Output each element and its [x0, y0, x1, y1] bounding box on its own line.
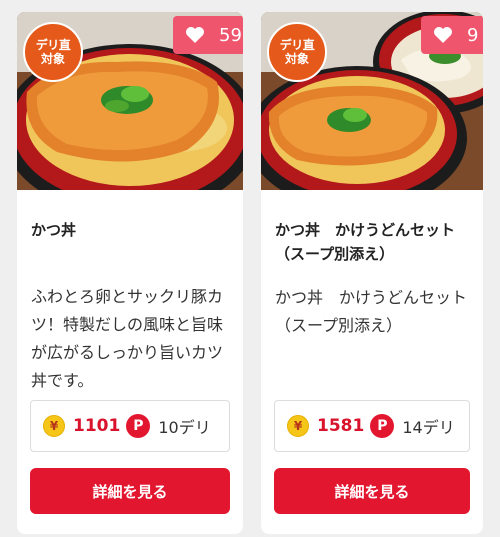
like-count: 59 — [219, 24, 242, 46]
product-card[interactable]: デリ直 対象 59 かつ丼 ふわとろ卵とサックリ豚カツ！特製だしの風味と旨味が広… — [17, 12, 243, 534]
yen-coin-icon: ¥ — [287, 415, 309, 437]
like-count: 9 — [467, 24, 479, 46]
delivery-target-badge: デリ直 対象 — [23, 22, 83, 82]
product-description: かつ丼 かけうどんセット（スープ別添え） — [275, 288, 468, 335]
product-title[interactable]: かつ丼 かけうどんセット（スープ別添え） — [275, 218, 473, 266]
like-button[interactable]: 59 — [173, 16, 243, 54]
badge-line-2: 対象 — [284, 52, 309, 66]
price-value: 1101 — [73, 416, 121, 436]
view-details-button[interactable]: 詳細を見る — [30, 468, 230, 514]
like-button[interactable]: 9 — [421, 16, 483, 54]
view-details-button[interactable]: 詳細を見る — [274, 468, 470, 514]
price-box: ¥ 1581 P 14デリ — [274, 400, 470, 452]
point-value: 14デリ — [402, 418, 455, 437]
point-icon: P — [126, 414, 151, 438]
badge-line-1: デリ直 — [35, 38, 71, 52]
price-value: 1581 — [317, 416, 365, 436]
delivery-target-badge: デリ直 対象 — [267, 22, 327, 82]
price-box: ¥ 1101 P 10デリ — [30, 400, 230, 452]
product-card[interactable]: デリ直 対象 9 かつ丼 かけうどんセット（スープ別添え） かつ丼 かけうどんセ… — [261, 12, 483, 534]
badge-line-2: 対象 — [40, 52, 65, 66]
product-grid: デリ直 対象 59 かつ丼 ふわとろ卵とサックリ豚カツ！特製だしの風味と旨味が広… — [0, 0, 500, 537]
heart-icon — [185, 26, 205, 44]
point-value: 10デリ — [158, 418, 211, 437]
badge-line-1: デリ直 — [279, 38, 315, 52]
point-icon: P — [370, 414, 395, 438]
heart-icon — [433, 26, 453, 44]
product-title[interactable]: かつ丼 — [31, 218, 233, 242]
yen-coin-icon: ¥ — [43, 415, 65, 437]
product-description: ふわとろ卵とサックリ豚カツ！特製だしの風味と旨味が広がるしっかり旨いカツ丼です。 — [31, 287, 224, 390]
